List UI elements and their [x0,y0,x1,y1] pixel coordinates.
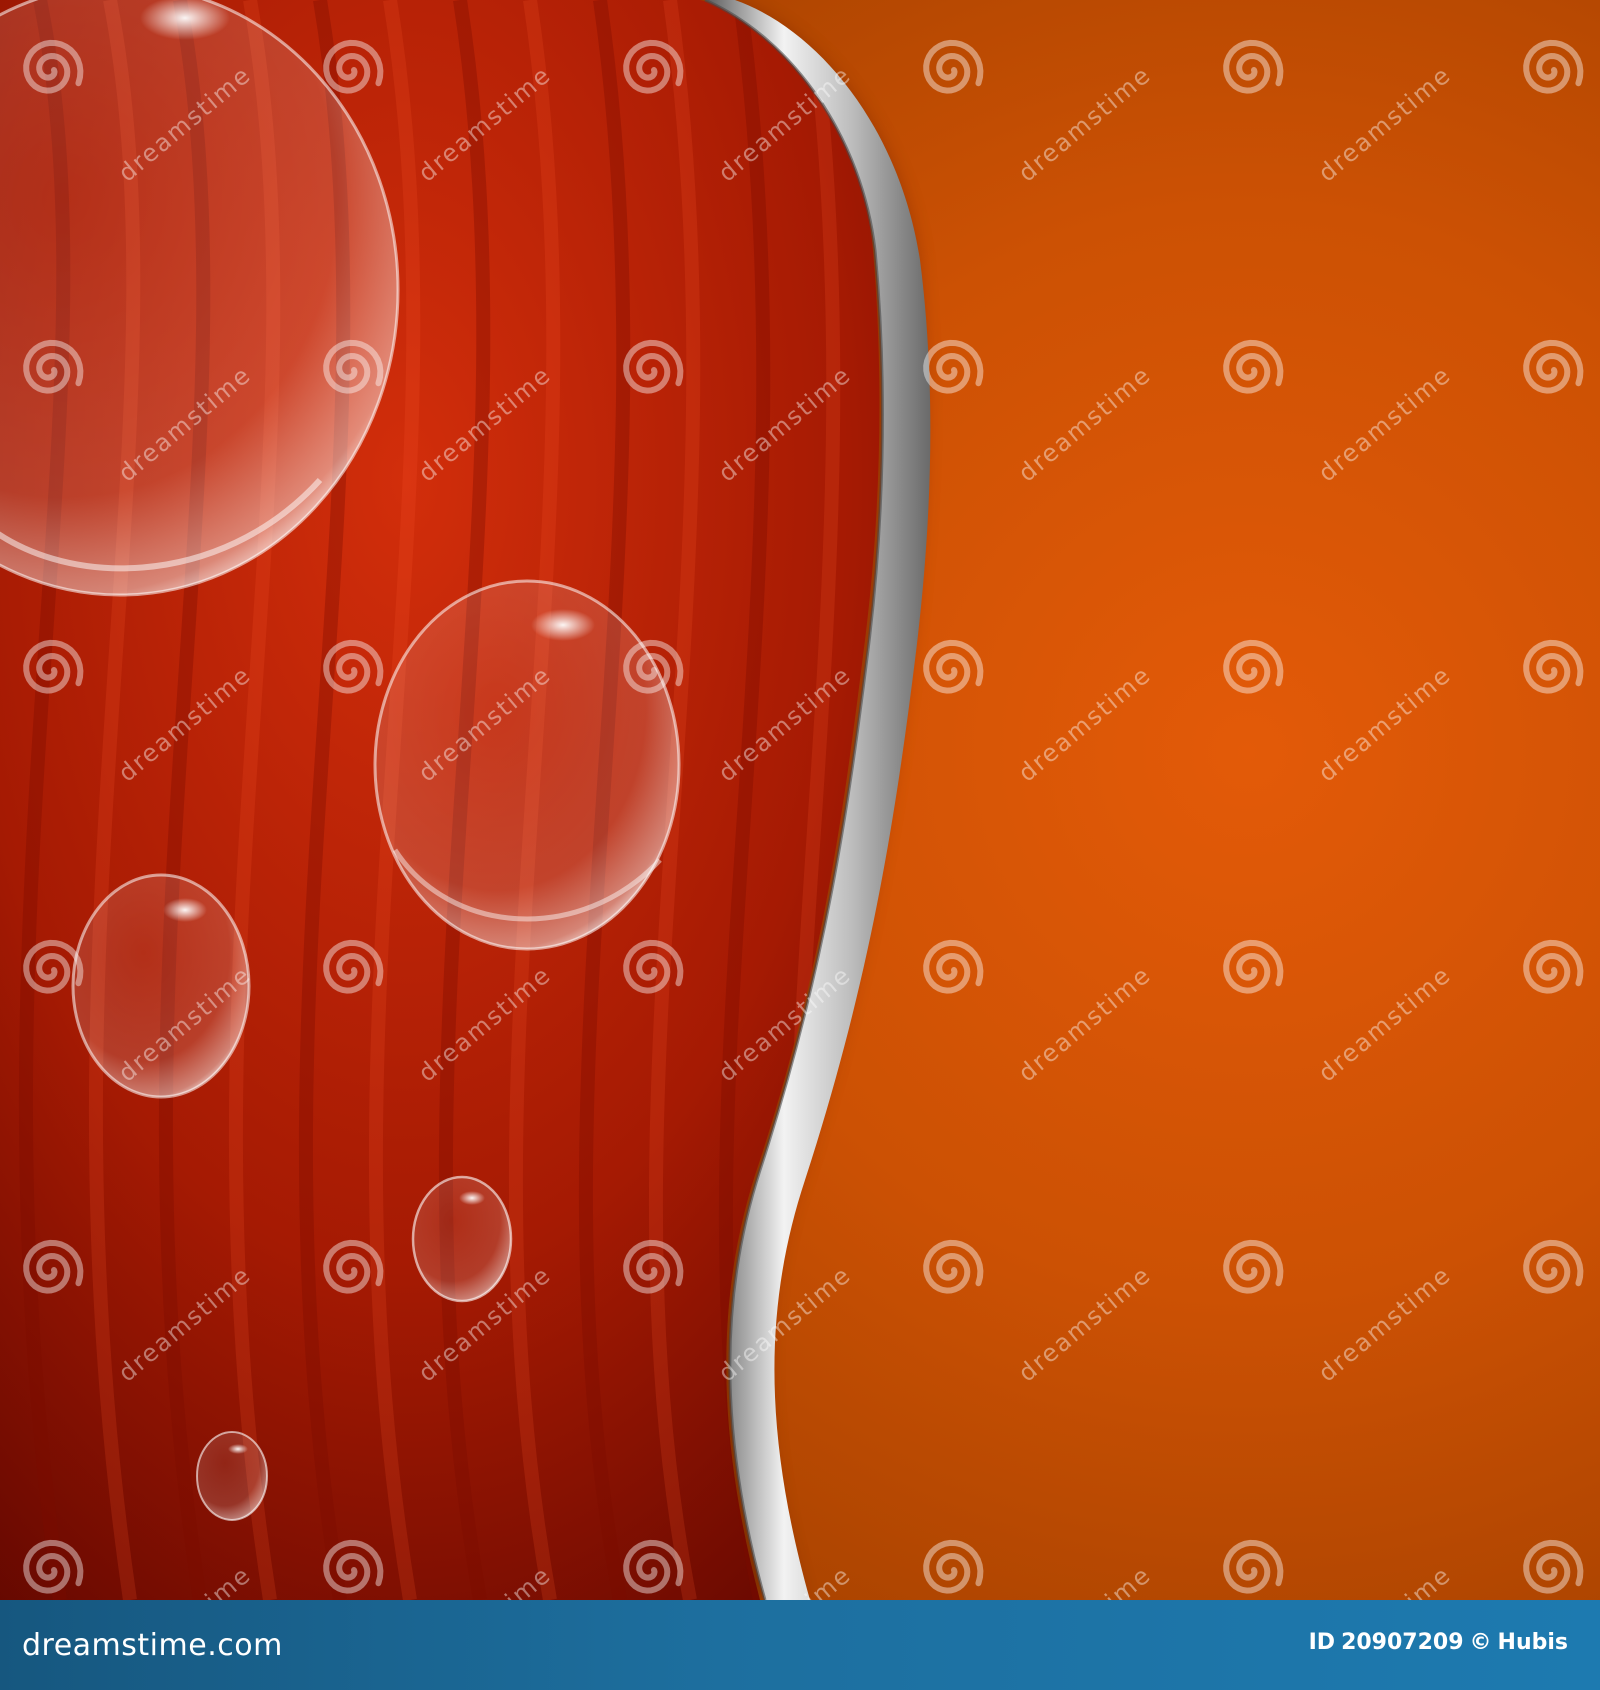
footer-site-name: dreamstime.com [22,1628,283,1663]
author-name: Hubis [1497,1630,1568,1655]
copyright-symbol: © [1469,1630,1492,1655]
abstract-artwork: dreamstimedreamstimedreamstimedreamstime… [0,0,1600,1600]
water-drop-small [71,873,251,1099]
footer-bar: dreamstime.com ID 20907209 © Hubis [0,1600,1600,1690]
water-drop-mini [196,1431,268,1521]
id-value: 20907209 [1341,1630,1464,1655]
footer-credit: ID 20907209 © Hubis [1309,1630,1574,1655]
water-drop-tiny [411,1175,513,1303]
water-drop-medium [373,579,681,951]
stock-image: dreamstime dreamstime dreamstime dreamstime… [0,0,1600,1690]
id-label: ID [1308,1630,1336,1655]
